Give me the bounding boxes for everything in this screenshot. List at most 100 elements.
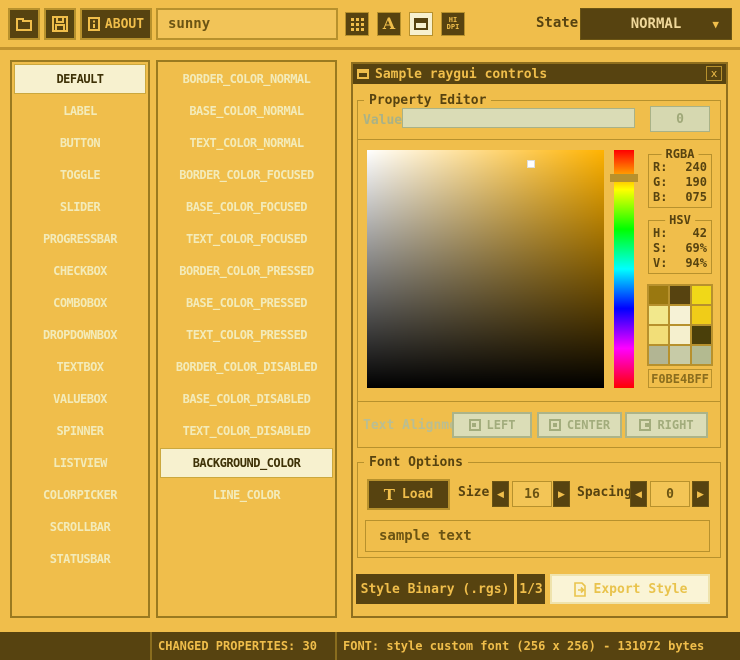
hsv-group-label: HSV (665, 213, 695, 227)
arrow-left-icon: ◀ (635, 489, 642, 500)
property-item-text_color_pressed[interactable]: TEXT_COLOR_PRESSED (160, 320, 333, 350)
format-pager[interactable]: 1/3 (517, 574, 545, 604)
control-item-button[interactable]: BUTTON (14, 128, 146, 158)
property-item-border_color_focused[interactable]: BORDER_COLOR_FOCUSED (160, 160, 333, 190)
hue-bar-handle[interactable] (610, 174, 638, 182)
color-value-row: R:240 (653, 160, 707, 175)
font-load-button[interactable]: T Load (367, 479, 450, 510)
control-item-label[interactable]: LABEL (14, 96, 146, 126)
divider-line (357, 139, 721, 140)
style-name-input[interactable] (156, 8, 338, 40)
property-item-border_color_normal[interactable]: BORDER_COLOR_NORMAL (160, 64, 333, 94)
palette-swatch[interactable] (670, 346, 689, 364)
color-picker-panel[interactable] (367, 150, 604, 388)
window-titlebar[interactable]: Sample raygui controls x (353, 64, 726, 84)
control-item-textbox[interactable]: TEXTBOX (14, 352, 146, 382)
color-value-row: H:42 (653, 226, 707, 241)
controls-list: DEFAULTLABELBUTTONTOGGLESLIDERPROGRESSBA… (10, 60, 150, 618)
property-item-text_color_disabled[interactable]: TEXT_COLOR_DISABLED (160, 416, 333, 446)
align-right-toggle[interactable]: RIGHT (625, 412, 708, 438)
hue-bar[interactable] (614, 150, 634, 388)
info-icon (88, 17, 100, 31)
property-item-base_color_disabled[interactable]: BASE_COLOR_DISABLED (160, 384, 333, 414)
export-style-button[interactable]: Export Style (550, 574, 710, 604)
window-title: Sample raygui controls (375, 67, 547, 82)
export-format-button[interactable]: Style Binary (.rgs) (356, 574, 514, 604)
save-style-button[interactable] (44, 8, 76, 40)
align-right-icon (639, 419, 651, 431)
state-dropdown[interactable]: NORMAL ▼ (580, 8, 732, 40)
palette-swatch[interactable] (649, 346, 668, 364)
spacing-increase-button[interactable]: ▶ (692, 481, 709, 507)
statusbar-divider (335, 632, 337, 660)
property-item-text_color_focused[interactable]: TEXT_COLOR_FOCUSED (160, 224, 333, 254)
save-icon (52, 16, 68, 32)
property-item-base_color_normal[interactable]: BASE_COLOR_NORMAL (160, 96, 333, 126)
value-box[interactable]: 0 (650, 106, 710, 132)
control-item-listview[interactable]: LISTVIEW (14, 448, 146, 478)
palette-swatch[interactable] (692, 286, 711, 304)
property-item-border_color_pressed[interactable]: BORDER_COLOR_PRESSED (160, 256, 333, 286)
hidpi-button[interactable]: HI DPI (441, 12, 465, 36)
about-button[interactable]: ABOUT (80, 8, 152, 40)
palette-swatch[interactable] (670, 326, 689, 344)
control-item-toggle[interactable]: TOGGLE (14, 160, 146, 190)
value-slider[interactable] (402, 108, 635, 128)
palette-swatch[interactable] (670, 306, 689, 324)
sample-controls-window: Sample raygui controls x Property Editor… (351, 62, 728, 618)
control-item-combobox[interactable]: COMBOBOX (14, 288, 146, 318)
align-center-toggle[interactable]: CENTER (537, 412, 622, 438)
control-item-colorpicker[interactable]: COLORPICKER (14, 480, 146, 510)
property-item-base_color_pressed[interactable]: BASE_COLOR_PRESSED (160, 288, 333, 318)
close-icon[interactable]: x (706, 66, 722, 81)
size-value-box[interactable]: 16 (512, 481, 552, 507)
control-item-slider[interactable]: SLIDER (14, 192, 146, 222)
control-item-spinner[interactable]: SPINNER (14, 416, 146, 446)
property-item-border_color_disabled[interactable]: BORDER_COLOR_DISABLED (160, 352, 333, 382)
property-item-base_color_focused[interactable]: BASE_COLOR_FOCUSED (160, 192, 333, 222)
palette-swatch[interactable] (649, 286, 668, 304)
control-item-default[interactable]: DEFAULT (14, 64, 146, 94)
edit-window-toggle-button[interactable] (409, 12, 433, 36)
font-a-icon: A (383, 16, 395, 32)
toolbar-divider (0, 47, 740, 50)
palette-swatch[interactable] (670, 286, 689, 304)
color-value-row: G:190 (653, 175, 707, 190)
properties-list: BORDER_COLOR_NORMALBASE_COLOR_NORMALTEXT… (156, 60, 337, 618)
hidpi-icon-line2: DPI (447, 24, 460, 31)
palette-swatch[interactable] (692, 346, 711, 364)
hex-value-box[interactable]: F0BE4BFF (648, 369, 712, 388)
palette-swatch[interactable] (692, 326, 711, 344)
arrow-right-icon: ▶ (558, 489, 565, 500)
grid-icon (351, 18, 364, 31)
open-style-button[interactable] (8, 8, 40, 40)
control-item-checkbox[interactable]: CHECKBOX (14, 256, 146, 286)
property-item-text_color_normal[interactable]: TEXT_COLOR_NORMAL (160, 128, 333, 158)
about-label: ABOUT (105, 17, 144, 32)
control-item-statusbar[interactable]: STATUSBAR (14, 544, 146, 574)
spacing-value-box[interactable]: 0 (650, 481, 690, 507)
style-table-button[interactable] (345, 12, 369, 36)
size-decrease-button[interactable]: ◀ (492, 481, 509, 507)
property-editor-group-label: Property Editor (364, 93, 491, 108)
color-value-row: S:69% (653, 241, 707, 256)
palette-swatch[interactable] (692, 306, 711, 324)
control-item-valuebox[interactable]: VALUEBOX (14, 384, 146, 414)
color-picker-cursor[interactable] (527, 160, 535, 168)
align-left-toggle[interactable]: LEFT (452, 412, 532, 438)
color-value-row: B:075 (653, 190, 707, 205)
spacing-decrease-button[interactable]: ◀ (630, 481, 647, 507)
control-item-scrollbar[interactable]: SCROLLBAR (14, 512, 146, 542)
size-increase-button[interactable]: ▶ (553, 481, 570, 507)
chevron-down-icon: ▼ (712, 18, 719, 31)
palette-swatch[interactable] (649, 306, 668, 324)
control-item-dropdownbox[interactable]: DROPDOWNBOX (14, 320, 146, 350)
sample-text-box[interactable]: sample text (365, 520, 710, 552)
property-item-line_color[interactable]: LINE_COLOR (160, 480, 333, 510)
font-atlas-button[interactable]: A (377, 12, 401, 36)
palette-swatch[interactable] (649, 326, 668, 344)
align-left-icon (469, 419, 481, 431)
color-palette (647, 284, 713, 366)
control-item-progressbar[interactable]: PROGRESSBAR (14, 224, 146, 254)
property-item-background_color[interactable]: BACKGROUND_COLOR (160, 448, 333, 478)
